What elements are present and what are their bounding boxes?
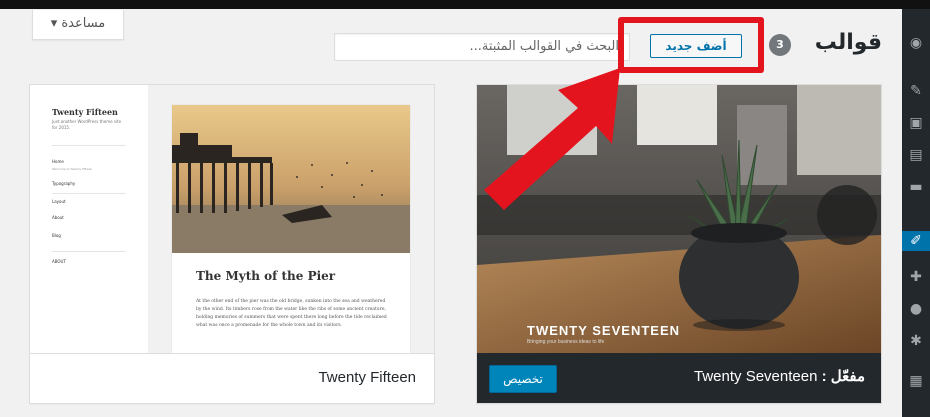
comments-icon[interactable]: ▬ — [906, 177, 926, 197]
theme-card-footer: مفعّل : Twenty Seventeen تخصيص — [477, 353, 881, 403]
theme-card-twenty-fifteen[interactable]: Twenty Fifteen Just another WordPress th… — [29, 84, 435, 404]
settings-icon[interactable]: ▦ — [906, 371, 926, 391]
screenshot-sidebar: Twenty Fifteen Just another WordPress th… — [30, 85, 148, 353]
screenshot-nav-item: Typography — [52, 181, 76, 186]
theme-name: Twenty Seventeen — [694, 368, 818, 385]
theme-name: Twenty Fifteen — [318, 369, 416, 386]
screenshot-site-description: Just another WordPress theme site for 20… — [52, 119, 122, 130]
active-theme-name: مفعّل : Twenty Seventeen — [694, 367, 865, 385]
active-prefix: مفعّل : — [821, 368, 865, 385]
screenshot-post-title: The Myth of the Pier — [196, 269, 336, 283]
screenshot-widget-title: ABOUT — [52, 259, 66, 264]
screenshot-post-excerpt: At the other end of the pier was the old… — [196, 299, 387, 328]
appearance-icon[interactable]: ✐ — [902, 231, 930, 251]
customize-button[interactable]: تخصيص — [489, 365, 557, 393]
theme-screenshot-twenty-fifteen[interactable]: Twenty Fifteen Just another WordPress th… — [30, 85, 434, 353]
screenshot-nav-item: Blog — [52, 233, 61, 238]
pages-icon[interactable]: ▤ — [906, 145, 926, 165]
screenshot-nav-item: Home — [52, 159, 64, 164]
page-title: قوالب — [814, 30, 882, 55]
divider — [52, 251, 126, 252]
admin-sidebar: ◉ ✎ ▣ ▤ ▬ ✐ ✚ ● ✱ ▦ — [902, 9, 930, 417]
divider — [52, 145, 126, 146]
screenshot-theme-title: TWENTY SEVENTEEN — [527, 323, 681, 338]
screenshot-nav-sub: Welcome to Twenty Fifteen — [52, 167, 93, 171]
tools-icon[interactable]: ✱ — [906, 331, 926, 351]
posts-icon[interactable]: ✎ — [906, 81, 926, 101]
users-icon[interactable]: ● — [906, 299, 926, 319]
theme-card-footer: Twenty Fifteen — [30, 353, 434, 403]
screenshot-nav-item: Layout — [52, 199, 66, 204]
media-icon[interactable]: ▣ — [906, 113, 926, 133]
help-tab-button[interactable]: مساعدة ▾ — [32, 10, 124, 40]
plugins-icon[interactable]: ✚ — [906, 267, 926, 287]
annotation-arrow-icon — [484, 68, 620, 210]
search-installed-themes-input[interactable]: البحث في القوالب المثبتة... — [334, 33, 630, 61]
screenshot-nav-item: About — [52, 215, 64, 220]
admin-bar — [0, 0, 930, 9]
dashboard-icon[interactable]: ◉ — [906, 33, 926, 53]
theme-count-badge: 3 — [769, 34, 791, 56]
screenshot-site-title: Twenty Fifteen — [52, 107, 118, 117]
screenshot-theme-tagline: Bringing your business ideas to life — [527, 339, 605, 345]
pier-photo — [172, 105, 410, 253]
divider — [52, 193, 126, 194]
